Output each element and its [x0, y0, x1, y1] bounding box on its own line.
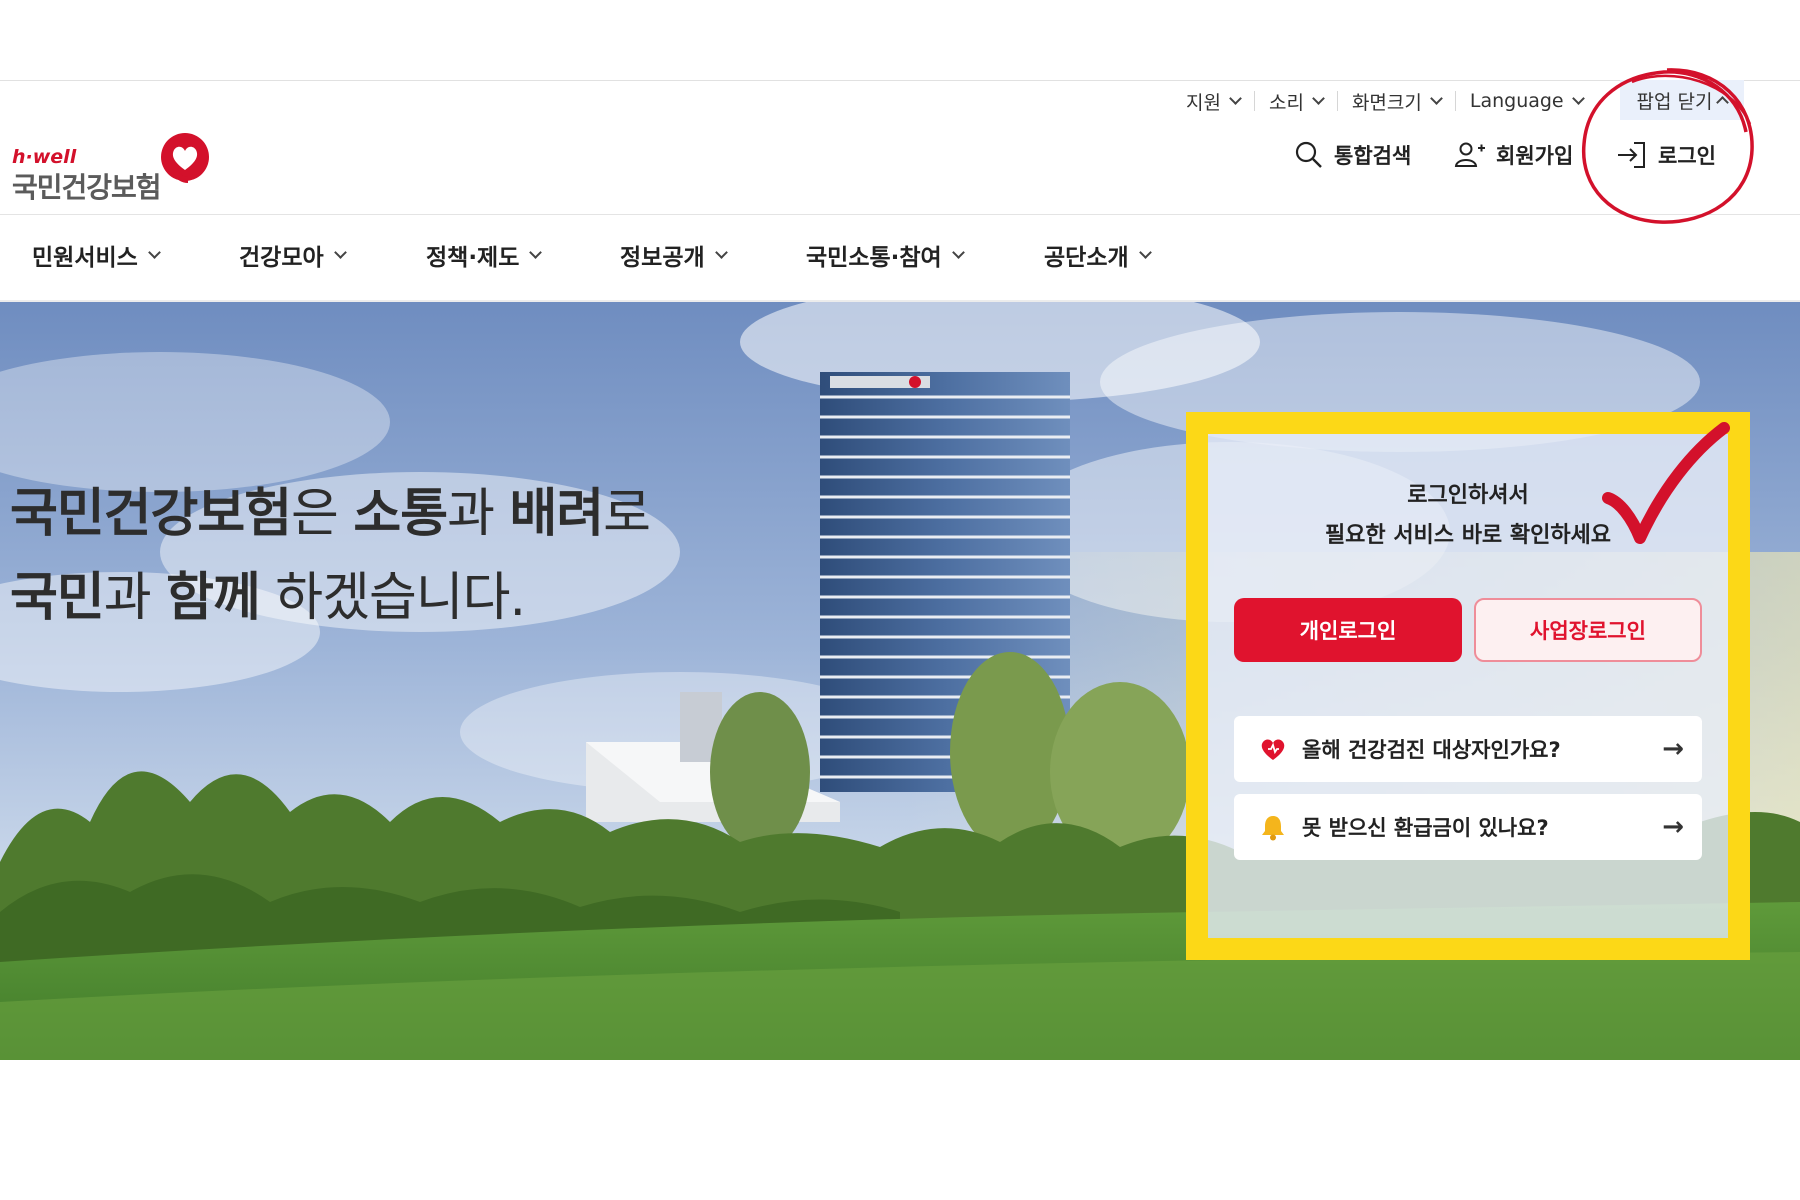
arrow-right-icon: →	[1662, 812, 1684, 842]
nav-item-health-moa[interactable]: 건강모아	[239, 238, 426, 272]
chevron-down-icon	[714, 246, 728, 259]
logo-korean: 국민건강보험	[12, 171, 162, 204]
nav-item-civil-service[interactable]: 민원서비스	[32, 238, 239, 272]
integrated-search-button[interactable]: 통합검색	[1294, 140, 1411, 170]
chevron-down-icon	[529, 246, 543, 259]
util-divider	[1454, 91, 1456, 111]
annotation-checkmark	[1602, 422, 1730, 544]
util-screen-size[interactable]: 화면크기	[1352, 88, 1443, 115]
heart-icon	[1256, 736, 1290, 762]
utility-bar: 지원 소리 화면크기 Language	[1186, 88, 1585, 115]
util-sound[interactable]: 소리	[1269, 88, 1325, 115]
chevron-down-icon	[147, 246, 161, 259]
hero-headline: 국민건강보험은 소통과 배려로 국민과 함께 하겠습니다.	[10, 472, 651, 640]
chevron-down-icon	[951, 246, 965, 259]
nav-item-policy[interactable]: 정책·제도	[426, 238, 620, 272]
chevron-down-icon	[1312, 92, 1325, 105]
logo-heart-icon	[161, 133, 209, 183]
site-logo[interactable]: h·well 국민건강보험	[12, 128, 212, 204]
annotation-circle	[1581, 68, 1754, 224]
chevron-down-icon	[1138, 246, 1152, 259]
arrow-right-icon: →	[1662, 734, 1684, 764]
refund-link[interactable]: 못 받으신 환급금이 있나요? →	[1234, 794, 1702, 860]
logo-english: h·well	[12, 146, 77, 168]
nav-item-disclosure[interactable]: 정보공개	[620, 238, 806, 272]
header-divider	[0, 214, 1800, 215]
main-nav: 민원서비스 건강모아 정책·제도 정보공개 국민소통·참여 공단소개	[32, 238, 1152, 272]
health-checkup-link[interactable]: 올해 건강검진 대상자인가요? →	[1234, 716, 1702, 782]
search-icon	[1295, 141, 1322, 168]
top-divider	[0, 80, 1800, 81]
chevron-down-icon	[1429, 92, 1443, 105]
util-divider	[1336, 91, 1338, 111]
hero-headline-line1: 국민건강보험은 소통과 배려로	[10, 484, 651, 544]
chevron-down-icon	[1229, 92, 1242, 105]
signup-button[interactable]: 회원가입	[1454, 140, 1573, 170]
bell-icon	[1256, 813, 1290, 841]
nav-item-about[interactable]: 공단소개	[1044, 238, 1152, 272]
nav-item-participation[interactable]: 국민소통·참여	[806, 238, 1044, 272]
add-user-icon	[1454, 142, 1485, 167]
util-divider	[1253, 91, 1255, 111]
util-language[interactable]: Language	[1470, 90, 1585, 112]
chevron-down-icon	[333, 246, 347, 259]
hero-headline-line2: 국민과 함께 하겠습니다.	[10, 568, 526, 628]
util-support[interactable]: 지원	[1186, 88, 1242, 115]
personal-login-button[interactable]: 개인로그인	[1234, 598, 1462, 662]
business-login-button[interactable]: 사업장로그인	[1474, 598, 1702, 662]
